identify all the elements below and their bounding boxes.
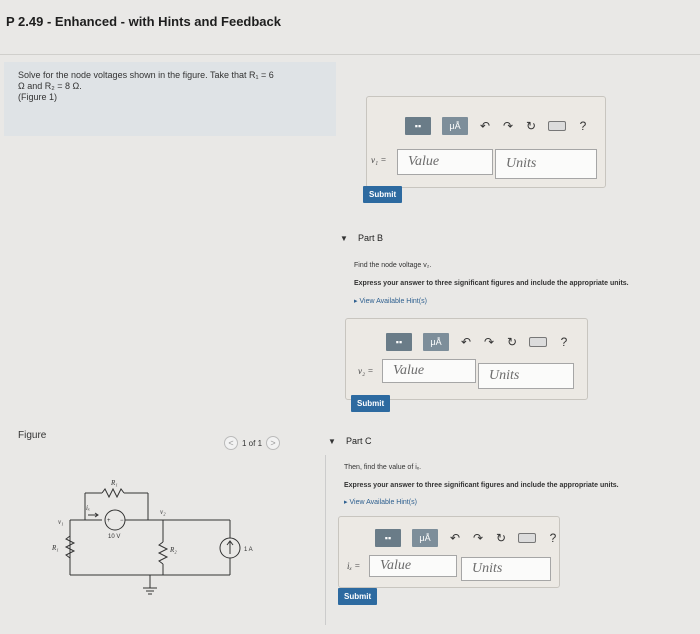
prev-figure-button[interactable]: < xyxy=(224,436,238,450)
column-divider xyxy=(325,455,326,625)
part-c-instruction: Express your answer to three significant… xyxy=(344,482,619,489)
label-v2: v₂ xyxy=(160,508,166,516)
part-b-instruction: Express your answer to three significant… xyxy=(354,280,629,287)
units-button[interactable]: μÅ xyxy=(423,333,449,351)
help-icon[interactable]: ? xyxy=(577,119,589,133)
help-icon[interactable]: ? xyxy=(558,335,570,349)
part-b-toolbar: ▪▪ μÅ ↶ ↷ ↻ ? xyxy=(386,333,570,351)
resistor-r1-top-icon xyxy=(101,487,125,499)
part-b-units-field[interactable]: Units xyxy=(478,363,574,389)
redo-icon[interactable]: ↷ xyxy=(483,335,495,349)
templates-button[interactable]: ▪▪ xyxy=(386,333,412,351)
part-b-label[interactable]: Part B xyxy=(358,233,383,243)
part-a-submit-button[interactable]: Submit xyxy=(363,186,403,203)
part-b-submit-button[interactable]: Submit xyxy=(351,395,391,412)
help-icon[interactable]: ? xyxy=(547,531,559,545)
source-plus: + xyxy=(107,518,111,524)
templates-button[interactable]: ▪▪ xyxy=(405,117,431,135)
part-a-value-field[interactable]: Value xyxy=(397,149,493,175)
part-a-toolbar: ▪▪ μÅ ↶ ↷ ↻ ? xyxy=(405,117,589,135)
part-c-question: Then, find the value of iₓ. xyxy=(344,464,422,471)
figure-page-count: 1 of 1 xyxy=(242,438,263,448)
part-a-answer-box: ▪▪ μÅ ↶ ↷ ↻ ? v₁ = Value Units xyxy=(366,96,606,188)
part-a-units-field[interactable]: Units xyxy=(495,149,597,179)
page-title: P 2.49 - Enhanced - with Hints and Feedb… xyxy=(6,14,281,29)
part-b-expand-icon[interactable]: ▼ xyxy=(340,234,348,243)
part-b-variable: v₂ = xyxy=(358,366,374,376)
figure-label: Figure xyxy=(18,430,47,441)
label-r2: R₂ xyxy=(169,546,177,554)
resistor-r2-icon xyxy=(157,541,169,565)
reset-icon[interactable]: ↻ xyxy=(495,531,507,545)
label-ix: iₓ xyxy=(86,504,90,512)
figure-link[interactable]: (Figure 1) xyxy=(18,92,318,103)
undo-icon[interactable]: ↶ xyxy=(449,531,461,545)
part-b-question: Find the node voltage v₂. xyxy=(354,262,432,269)
label-r1-left: R₁ xyxy=(51,544,59,552)
templates-button[interactable]: ▪▪ xyxy=(375,529,401,547)
problem-line-1: Solve for the node voltages shown in the… xyxy=(18,70,274,80)
undo-icon[interactable]: ↶ xyxy=(460,335,472,349)
part-b-hints-label: View Available Hint(s) xyxy=(359,298,427,305)
units-button[interactable]: μÅ xyxy=(412,529,438,547)
header-divider xyxy=(0,54,700,55)
reset-icon[interactable]: ↻ xyxy=(506,335,518,349)
part-c-value-field[interactable]: Value xyxy=(369,555,457,577)
circuit-diagram: R₁ iₓ v₁ v₂ R₁ R₂ + − 10 V 1 A xyxy=(51,479,253,595)
redo-icon[interactable]: ↷ xyxy=(502,119,514,133)
part-c-variable: iₓ = xyxy=(347,561,361,571)
label-10v: 10 V xyxy=(108,534,120,540)
keyboard-icon[interactable] xyxy=(529,337,547,347)
undo-icon[interactable]: ↶ xyxy=(479,119,491,133)
part-a-variable: v₁ = xyxy=(371,155,387,165)
keyboard-icon[interactable] xyxy=(518,533,536,543)
part-c-units-field[interactable]: Units xyxy=(461,557,551,581)
figure-pager: < 1 of 1 > xyxy=(224,436,281,450)
part-c-toolbar: ▪▪ μÅ ↶ ↷ ↻ ? xyxy=(375,529,559,547)
next-figure-button[interactable]: > xyxy=(266,436,281,450)
redo-icon[interactable]: ↷ xyxy=(472,531,484,545)
problem-statement: Solve for the node voltages shown in the… xyxy=(18,70,318,103)
part-b-hints-link[interactable]: ▸ View Available Hint(s) xyxy=(354,297,427,305)
part-b-answer-box: ▪▪ μÅ ↶ ↷ ↻ ? v₂ = Value Units xyxy=(345,318,588,400)
part-c-submit-button[interactable]: Submit xyxy=(338,588,378,605)
part-b-value-field[interactable]: Value xyxy=(382,359,476,383)
part-c-label[interactable]: Part C xyxy=(346,436,372,446)
part-c-answer-box: ▪▪ μÅ ↶ ↷ ↻ ? iₓ = Value Units xyxy=(338,516,560,588)
label-1a: 1 A xyxy=(244,547,253,553)
part-c-hints-link[interactable]: ▸ View Available Hint(s) xyxy=(344,498,417,506)
problem-line-2: Ω and R₂ = 8 Ω. xyxy=(18,81,82,91)
part-c-expand-icon[interactable]: ▼ xyxy=(328,437,336,446)
label-v1: v₁ xyxy=(58,518,64,526)
keyboard-icon[interactable] xyxy=(548,121,566,131)
reset-icon[interactable]: ↻ xyxy=(525,119,537,133)
units-button[interactable]: μÅ xyxy=(442,117,468,135)
part-c-hints-label: View Available Hint(s) xyxy=(349,499,417,506)
source-minus: − xyxy=(120,518,124,524)
label-r1-top: R₁ xyxy=(110,479,118,487)
